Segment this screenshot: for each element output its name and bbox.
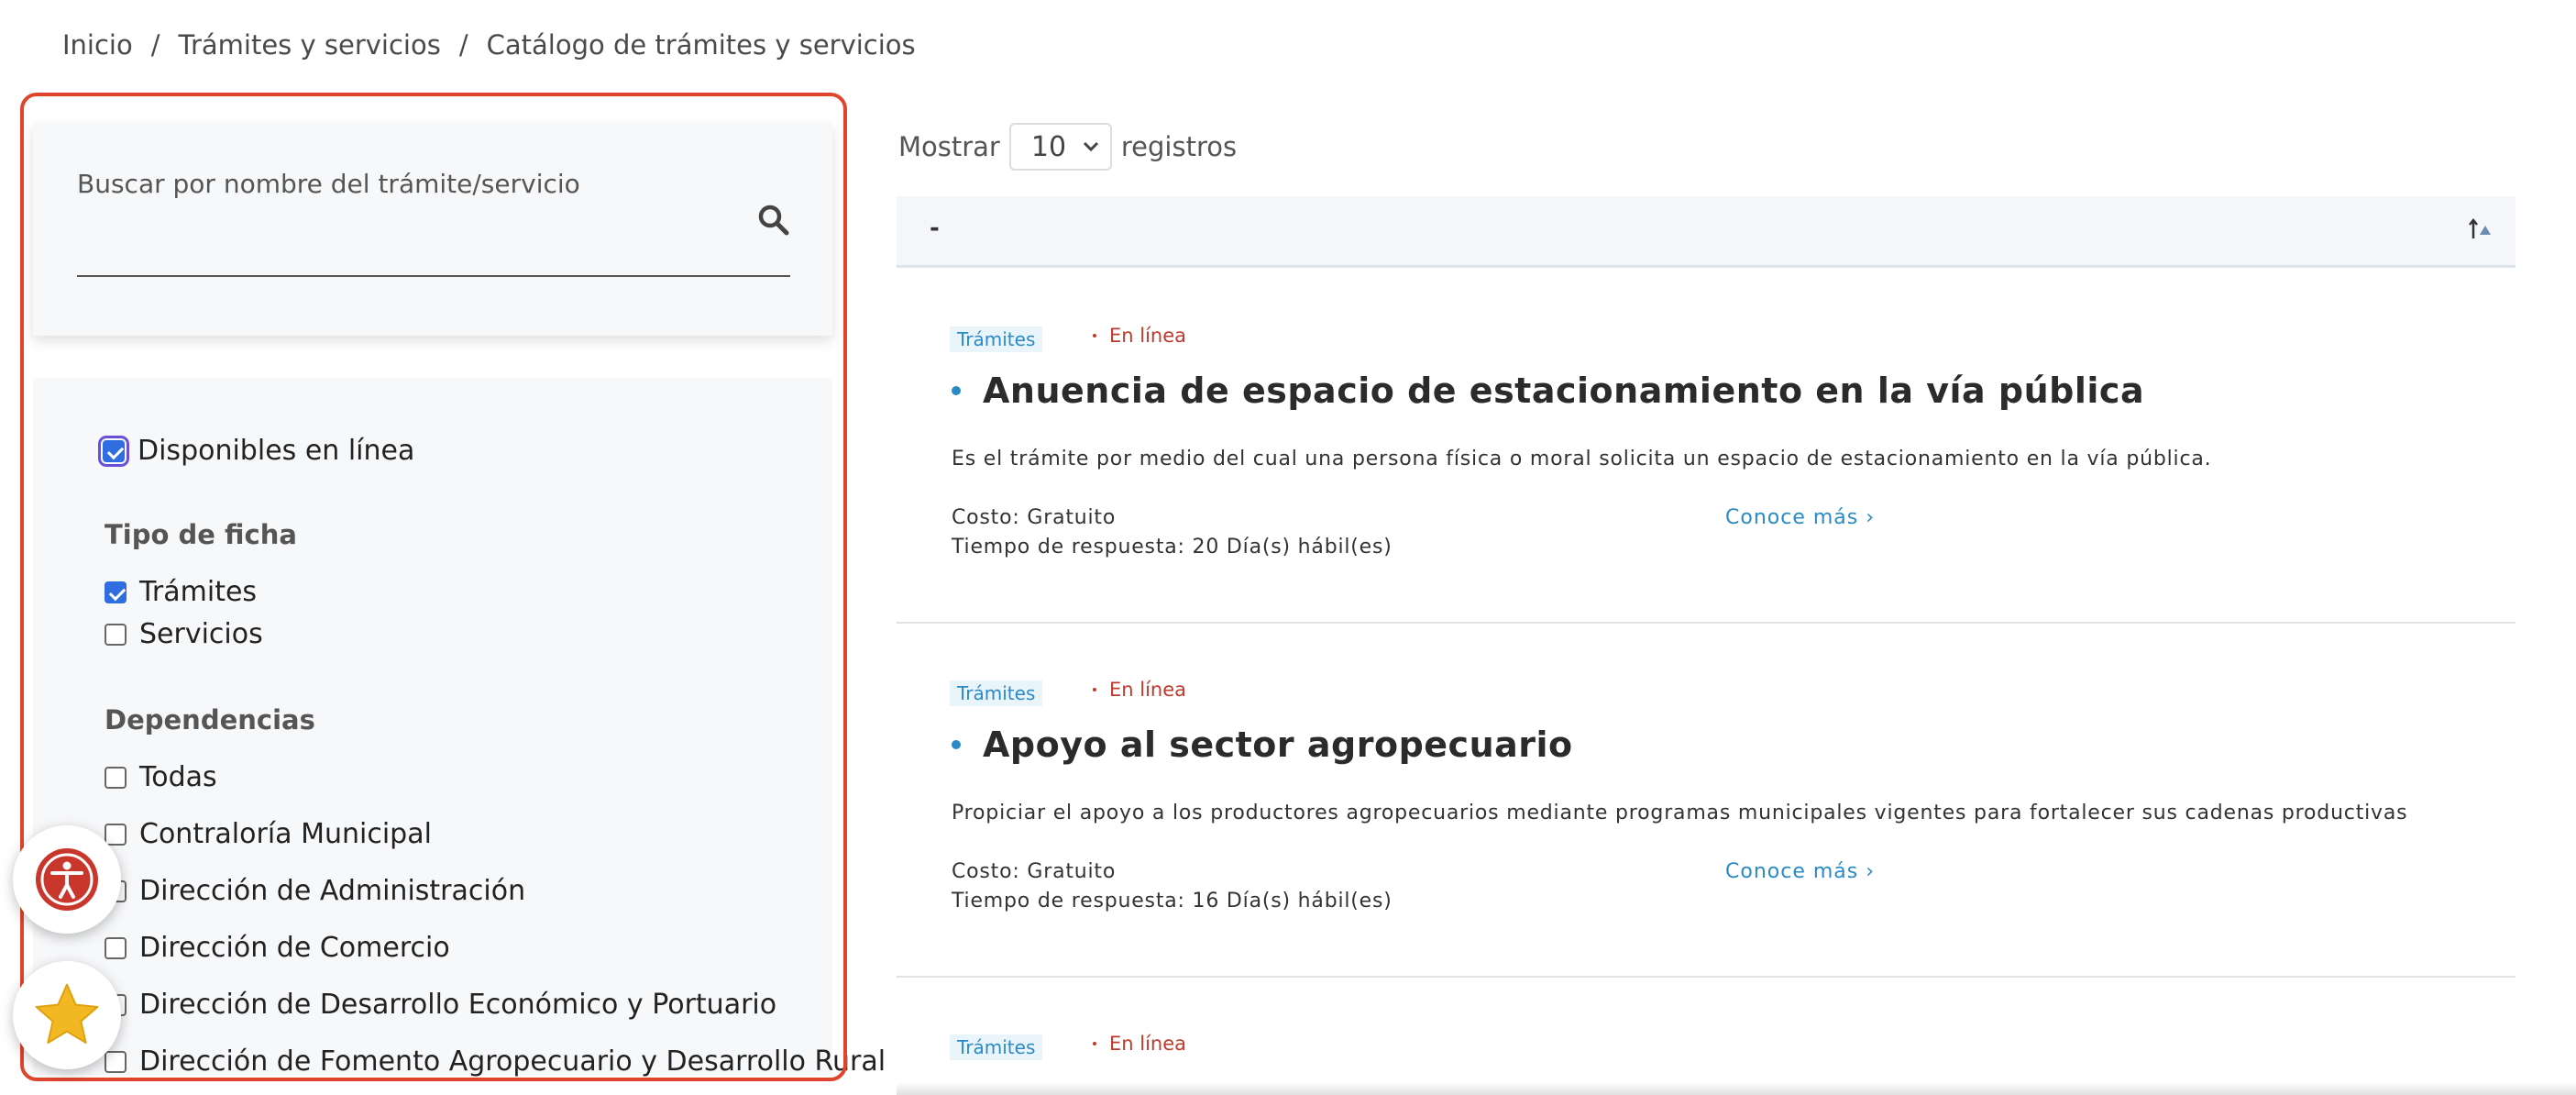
learn-more-label: Conoce más	[1725, 860, 1859, 883]
accessibility-icon	[36, 848, 98, 911]
breadcrumb-separator: /	[458, 29, 468, 61]
favorite-button[interactable]	[13, 961, 121, 1069]
result-cost: Costo: Gratuito	[952, 860, 1117, 883]
learn-more-label: Conoce más	[1725, 506, 1859, 529]
breadcrumb: Inicio / Trámites y servicios / Catálogo…	[62, 29, 916, 61]
records-label: registros	[1120, 131, 1238, 162]
sort-icon[interactable]	[2468, 216, 2493, 240]
result-cost: Costo: Gratuito	[952, 506, 1117, 529]
chevron-right-icon: ›	[1866, 860, 1876, 883]
status-label: En línea	[1109, 679, 1187, 701]
status-dot	[1093, 1042, 1096, 1045]
result-description: Es el trámite por medio del cual una per…	[952, 448, 2212, 470]
status-badge: En línea	[1093, 679, 1186, 701]
status-badge: En línea	[1093, 325, 1186, 347]
title-bullet	[952, 386, 961, 395]
breadcrumb-tramites[interactable]: Trámites y servicios	[179, 29, 441, 61]
show-label: Mostrar	[898, 131, 1000, 162]
type-badge: Trámites	[950, 326, 1043, 352]
result-description: Propiciar el apoyo a los productores agr…	[952, 802, 2408, 824]
result-title-text: Apoyo al sector agropecuario	[983, 724, 1573, 765]
result-item: Trámites En línea	[897, 978, 2515, 1095]
star-icon	[35, 983, 99, 1044]
bottom-shadow	[897, 1082, 2576, 1095]
type-badge: Trámites	[950, 1034, 1043, 1060]
breadcrumb-separator: /	[150, 29, 160, 61]
learn-more-link[interactable]: Conoce más ›	[1725, 860, 1875, 883]
status-badge: En línea	[1093, 1033, 1186, 1055]
result-response-time: Tiempo de respuesta: 16 Día(s) hábil(es)	[952, 890, 1393, 912]
type-badge: Trámites	[950, 680, 1043, 706]
page-size-row: Mostrar 10 registros	[898, 123, 1237, 171]
chevron-down-icon	[1083, 141, 1098, 152]
status-label: En línea	[1109, 1033, 1187, 1055]
status-dot	[1093, 688, 1096, 691]
breadcrumb-home[interactable]: Inicio	[62, 29, 133, 61]
filter-panel-highlight	[20, 93, 847, 1081]
page-size-select[interactable]: 10	[1008, 123, 1112, 171]
status-dot	[1093, 334, 1096, 337]
result-title[interactable]: Apoyo al sector agropecuario	[952, 724, 1573, 765]
status-label: En línea	[1109, 325, 1187, 347]
table-header: -	[897, 196, 2515, 268]
result-item: Trámites En línea Apoyo al sector agrope…	[897, 624, 2515, 978]
result-response-time: Tiempo de respuesta: 20 Día(s) hábil(es)	[952, 536, 1393, 559]
breadcrumb-catalog: Catálogo de trámites y servicios	[486, 29, 916, 61]
learn-more-link[interactable]: Conoce más ›	[1725, 506, 1875, 529]
result-title-text: Anuencia de espacio de estacionamiento e…	[983, 371, 2145, 411]
page-size-value: 10	[1030, 130, 1067, 163]
chevron-right-icon: ›	[1866, 506, 1876, 529]
table-header-label: -	[930, 215, 940, 242]
result-item: Trámites En línea Anuencia de espacio de…	[897, 270, 2515, 624]
accessibility-button[interactable]	[13, 825, 121, 934]
title-bullet	[952, 740, 961, 749]
result-title[interactable]: Anuencia de espacio de estacionamiento e…	[952, 371, 2144, 411]
